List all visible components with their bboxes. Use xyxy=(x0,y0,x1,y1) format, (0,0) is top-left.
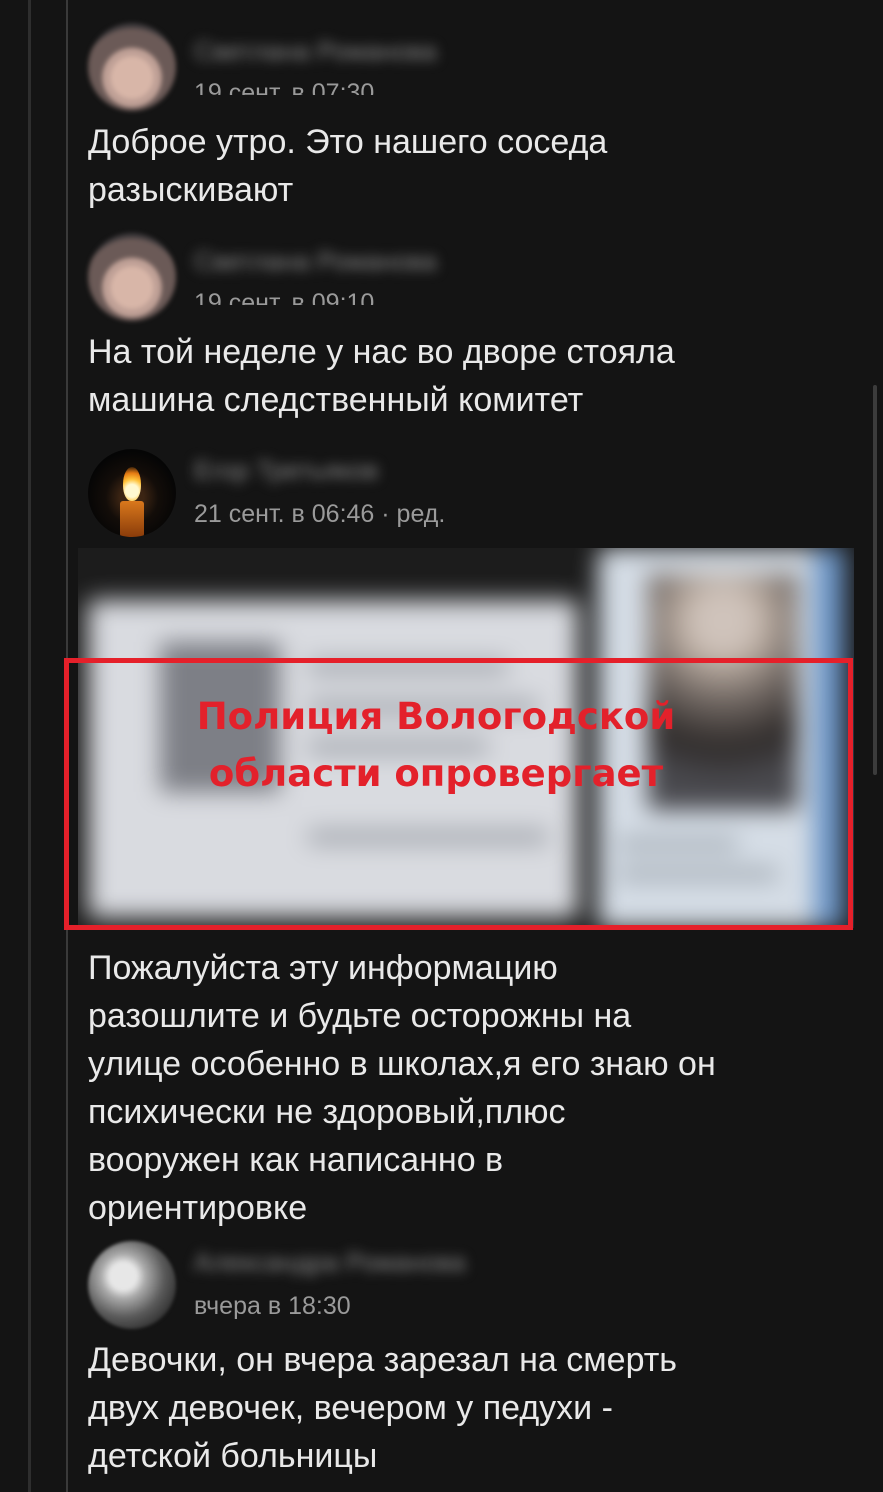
comment: Егор Третьяков 21 сент. в 06:46 · ред. xyxy=(88,448,863,538)
avatar[interactable] xyxy=(88,1241,176,1329)
candle-wax xyxy=(120,501,144,537)
candle-flame-icon xyxy=(123,467,141,501)
comment-thread: Светлана Романова 19 сент. в 07:30 Добро… xyxy=(0,0,883,1492)
comment-meta: Светлана Романова 19 сент. в 07:30 xyxy=(194,38,437,95)
comment-header: Егор Третьяков 21 сент. в 06:46 · ред. xyxy=(88,448,863,538)
comment-header: Александра Романова вчера в 18:30 xyxy=(88,1240,863,1330)
thread-line xyxy=(28,0,31,1492)
overlay-line-2: области опровергает xyxy=(208,752,664,795)
comment-header: Светлана Романова 19 сент. в 07:30 xyxy=(88,22,863,112)
comment: Светлана Романова 19 сент. в 07:30 Добро… xyxy=(88,22,863,214)
overlay-line-1: Полиция Вологодской xyxy=(196,695,676,738)
avatar[interactable] xyxy=(88,23,176,111)
comment-text: На той неделе у нас во дворе стояла маши… xyxy=(88,333,675,419)
comment-date: 19 сент. в 07:30 xyxy=(194,81,375,95)
scrollbar[interactable] xyxy=(873,385,877,775)
comment-date: вчера в 18:30 xyxy=(194,1292,351,1320)
candle-avatar[interactable] xyxy=(88,449,176,537)
avatar[interactable] xyxy=(88,233,176,321)
comment-text: Девочки, он вчера зарезал на смерть двух… xyxy=(88,1341,678,1475)
comment-date: 19 сент. в 09:10 xyxy=(194,291,375,305)
comment-meta: Светлана Романова 19 сент. в 09:10 xyxy=(194,248,437,305)
comment: Александра Романова вчера в 18:30 Девочк… xyxy=(88,1240,863,1480)
comment-date: 21 сент. в 06:46 · ред. xyxy=(194,500,446,528)
comment-text: Пожалуйста эту информацию разошлите и бу… xyxy=(88,949,716,1227)
comment-text: Доброе утро. Это нашего соседа разыскива… xyxy=(88,123,608,209)
author-name[interactable]: Светлана Романова xyxy=(194,248,437,274)
comment: Светлана Романова 19 сент. в 09:10 На то… xyxy=(88,232,863,424)
comment-meta: Александра Романова вчера в 18:30 xyxy=(194,1249,466,1320)
comment-meta: Егор Третьяков 21 сент. в 06:46 · ред. xyxy=(194,457,446,528)
comment-header: Светлана Романова 19 сент. в 09:10 xyxy=(88,232,863,322)
author-name[interactable]: Светлана Романова xyxy=(194,38,437,64)
overlay-caption: Полиция Вологодской области опровергает xyxy=(186,688,686,802)
author-name[interactable]: Егор Третьяков xyxy=(194,457,445,483)
author-name[interactable]: Александра Романова xyxy=(194,1249,466,1275)
